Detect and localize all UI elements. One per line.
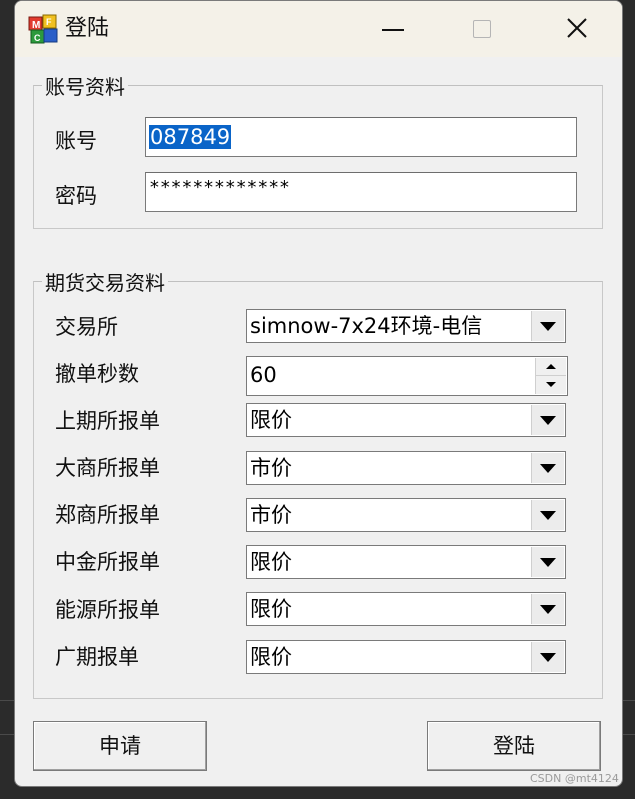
ine-dropdown-button[interactable] [531,594,564,624]
cffex-order-label: 中金所报单 [55,550,160,574]
minimize-icon [382,29,404,31]
password-input[interactable]: ************* [145,172,577,212]
cancel-seconds-label: 撤单秒数 [55,362,139,386]
ine-order-value: 限价 [250,597,292,621]
account-label: 账号 [55,129,97,153]
dce-dropdown-button[interactable] [531,453,564,483]
dce-order-value: 市价 [250,456,292,480]
trade-group-legend: 期货交易资料 [45,271,165,295]
csdn-watermark: CSDN @mt4124 [530,772,619,785]
close-icon [567,18,587,38]
gfex-order-select[interactable]: 限价 [246,640,566,674]
login-button[interactable]: 登陆 [427,721,601,771]
maximize-icon [473,20,491,38]
close-button[interactable] [555,9,599,49]
svg-text:M: M [32,20,40,31]
account-input[interactable]: 087849 [145,117,577,157]
exchange-value: simnow-7x24环境-电信 [250,314,483,338]
ine-order-label: 能源所报单 [55,598,160,622]
cffex-order-select[interactable]: 限价 [246,545,566,579]
svg-text:C: C [34,33,41,43]
chevron-down-icon [540,416,556,425]
svg-text:F: F [46,17,52,27]
spin-down-button[interactable] [536,376,566,394]
maximize-button[interactable] [461,9,505,49]
gfex-order-label: 广期报单 [55,645,139,669]
czce-order-select[interactable]: 市价 [246,498,566,532]
chevron-down-icon [540,558,556,567]
spinner-buttons [535,358,566,394]
chevron-down-icon [540,653,556,662]
czce-order-value: 市价 [250,503,292,527]
login-dialog: M F C 登陆 账号资料 账号 087849 密码 *************… [14,0,623,787]
minimize-button[interactable] [371,9,415,49]
chevron-down-icon [540,511,556,520]
czce-dropdown-button[interactable] [531,500,564,530]
gfex-order-value: 限价 [250,645,292,669]
shfe-order-label: 上期所报单 [55,409,160,433]
title-bar[interactable]: M F C 登陆 [15,1,622,57]
account-value: 087849 [149,125,232,149]
exchange-dropdown-button[interactable] [531,311,564,341]
czce-order-label: 郑商所报单 [55,503,160,527]
dce-order-select[interactable]: 市价 [246,451,566,485]
account-group-legend: 账号资料 [45,75,125,99]
cffex-dropdown-button[interactable] [531,547,564,577]
password-label: 密码 [55,184,97,208]
exchange-select[interactable]: simnow-7x24环境-电信 [246,309,566,343]
gfex-dropdown-button[interactable] [531,642,564,672]
dce-order-label: 大商所报单 [55,456,160,480]
spin-up-button[interactable] [536,358,566,376]
apply-button[interactable]: 申请 [33,721,207,771]
window-title: 登陆 [65,16,110,41]
shfe-order-value: 限价 [250,408,292,432]
chevron-down-icon [540,464,556,473]
cffex-order-value: 限价 [250,550,292,574]
mfc-app-icon: M F C [28,14,58,44]
shfe-order-select[interactable]: 限价 [246,403,566,437]
shfe-dropdown-button[interactable] [531,405,564,435]
arrow-down-icon [546,382,556,387]
chevron-down-icon [540,322,556,331]
cancel-seconds-value: 60 [250,363,277,387]
exchange-label: 交易所 [55,315,118,339]
ine-order-select[interactable]: 限价 [246,592,566,626]
arrow-up-icon [546,364,556,369]
cancel-seconds-spinner[interactable]: 60 [246,356,568,396]
chevron-down-icon [540,605,556,614]
